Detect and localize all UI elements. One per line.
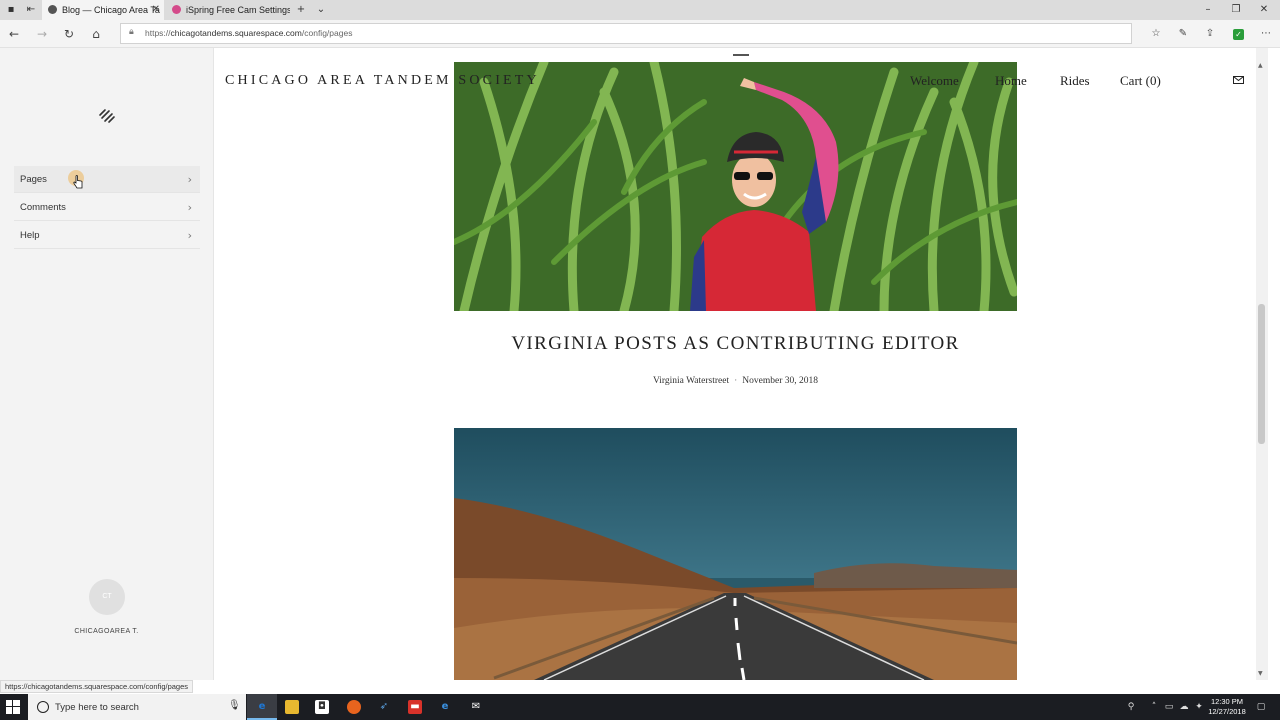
- clock-time: 12:30 PM: [1210, 697, 1244, 706]
- status-url: https://chicagotandems.squarespace.com/c…: [0, 680, 194, 693]
- explorer-taskbar-button[interactable]: [277, 694, 307, 720]
- pdf-icon: ▬: [408, 700, 422, 714]
- more-options-icon[interactable]: ⋯: [1258, 26, 1274, 42]
- people-icon[interactable]: ⚲: [1125, 701, 1137, 713]
- favorites-star-icon[interactable]: ☆: [1148, 26, 1164, 42]
- nav-welcome[interactable]: Welcome: [910, 73, 959, 89]
- firefox-icon: [347, 700, 361, 714]
- squarespace-logo-icon[interactable]: [97, 108, 117, 124]
- post-title[interactable]: VIRGINIA POSTS AS CONTRIBUTING EDITOR: [454, 333, 1017, 355]
- nav-home[interactable]: Home: [995, 73, 1027, 89]
- user-name: CHICAGOAREA T.: [74, 628, 139, 635]
- chevron-right-icon: ›: [187, 173, 192, 186]
- pdf-taskbar-button[interactable]: ▬: [400, 694, 430, 720]
- squarespace-favicon-icon: [48, 5, 57, 14]
- post-date[interactable]: November 30, 2018: [742, 376, 818, 386]
- minimize-button[interactable]: –: [1193, 0, 1223, 20]
- search-placeholder: Type here to search: [55, 702, 139, 713]
- bird-icon: ➶: [379, 701, 389, 712]
- post-meta: Virginia Waterstreet · November 30, 2018: [454, 376, 1017, 386]
- ie-taskbar-button[interactable]: e: [430, 694, 460, 720]
- sidebar-item-comments[interactable]: Comments ›: [14, 194, 200, 221]
- nav-rides[interactable]: Rides: [1060, 73, 1090, 89]
- taskbar-clock[interactable]: 12:30 PM 12/27/2018: [1204, 697, 1250, 717]
- firefox-taskbar-button[interactable]: [339, 694, 369, 720]
- scroll-up-icon[interactable]: ▲: [1258, 62, 1263, 69]
- squarespace-side-panel: Pages › Comments › Help › CT CHICAGOAREA…: [0, 48, 213, 680]
- hand-cursor-icon: [73, 175, 83, 189]
- app-taskbar-button[interactable]: ➶: [369, 694, 399, 720]
- address-input[interactable]: 🔒︎ https://chicagotandems.squarespace.co…: [120, 23, 1132, 44]
- sidebar-item-pages[interactable]: Pages ›: [14, 166, 200, 193]
- notifications-icon[interactable]: ▢: [1255, 701, 1267, 713]
- forward-arrow-icon[interactable]: →: [34, 26, 50, 42]
- meta-separator: ·: [734, 376, 738, 386]
- cortana-icon: [37, 701, 49, 713]
- folder-icon: [285, 700, 299, 714]
- internet-explorer-icon: e: [441, 701, 449, 712]
- clock-date: 12/27/2018: [1208, 707, 1246, 716]
- sidebar-item-label: Help: [20, 230, 40, 241]
- tab-list-chevron-icon[interactable]: ⌄: [314, 3, 328, 17]
- window-menu-icon[interactable]: ▪: [4, 3, 18, 17]
- page-scrollbar[interactable]: ▲ ▼: [1256, 48, 1268, 680]
- avatar[interactable]: CT: [89, 579, 125, 615]
- chevron-right-icon: ›: [187, 229, 192, 242]
- close-window-button[interactable]: ✕: [1249, 0, 1279, 20]
- windows-taskbar: Type here to search 🎙︎ e ◘ ➶ ▬ e ✉ ⚲ ˄ ▭…: [0, 694, 1280, 720]
- drag-handle[interactable]: [733, 54, 749, 56]
- onedrive-cloud-icon[interactable]: ☁: [1178, 701, 1190, 713]
- edge-taskbar-button[interactable]: e: [247, 694, 277, 720]
- store-taskbar-button[interactable]: ◘: [307, 694, 337, 720]
- cyclist-corn-field-image[interactable]: [454, 62, 1017, 311]
- nav-cart[interactable]: Cart (0): [1120, 73, 1161, 89]
- sidebar-item-label: Comments: [20, 202, 66, 213]
- address-toolbar: ← → ↻ ⌂ 🔒︎ https://chicagotandems.square…: [0, 20, 1280, 48]
- scroll-down-icon[interactable]: ▼: [1258, 670, 1263, 677]
- windows-start-icon[interactable]: [6, 700, 20, 714]
- url-domain: chicagotandems.squarespace.com: [170, 28, 302, 38]
- envelope-icon: ✉: [471, 701, 481, 712]
- new-tab-icon[interactable]: +: [294, 3, 308, 17]
- url-path: /config/pages: [301, 28, 353, 38]
- tab-title: Blog — Chicago Area Ta: [62, 5, 160, 15]
- site-preview: CHICAGO AREA TANDEM SOCIETY Welcome Home…: [213, 48, 1256, 680]
- sidebar-item-label: Pages: [20, 174, 47, 185]
- browser-tab-bar: ▪ ⇤ Blog — Chicago Area Ta ✕ iSpring Fre…: [0, 0, 1280, 20]
- tab-blog[interactable]: Blog — Chicago Area Ta ✕: [42, 0, 164, 20]
- set-aside-tabs-icon[interactable]: ⇤: [24, 3, 38, 17]
- tab-ispring[interactable]: iSpring Free Cam Settings -: [166, 0, 290, 20]
- site-title[interactable]: CHICAGO AREA TANDEM SOCIETY: [225, 73, 540, 89]
- microphone-icon[interactable]: 🎙︎: [228, 700, 241, 711]
- extension-check-icon[interactable]: ✓: [1233, 29, 1244, 40]
- desert-road-image[interactable]: [454, 428, 1017, 680]
- network-icon[interactable]: ▭: [1163, 701, 1175, 713]
- tab-title: iSpring Free Cam Settings -: [186, 5, 290, 15]
- store-bag-icon: ◘: [315, 700, 329, 714]
- mail-taskbar-button[interactable]: ✉: [461, 694, 491, 720]
- post-author[interactable]: Virginia Waterstreet: [653, 376, 729, 386]
- ispring-favicon-icon: [172, 5, 181, 14]
- url-text: https://chicagotandems.squarespace.com/c…: [145, 28, 352, 38]
- tray-chevron-icon[interactable]: ˄: [1148, 701, 1160, 713]
- lock-icon: 🔒︎: [129, 27, 134, 37]
- share-icon[interactable]: ⇪: [1202, 26, 1218, 42]
- taskbar-search-input[interactable]: Type here to search 🎙︎: [28, 694, 246, 720]
- chevron-right-icon: ›: [187, 201, 192, 214]
- pen-notes-icon[interactable]: ✎: [1175, 26, 1191, 42]
- back-arrow-icon[interactable]: ←: [6, 26, 22, 42]
- tab-close-icon[interactable]: ✕: [152, 0, 160, 20]
- sidebar-item-help[interactable]: Help ›: [14, 222, 200, 249]
- home-icon[interactable]: ⌂: [88, 26, 104, 42]
- mail-icon[interactable]: [1233, 76, 1244, 84]
- scroll-thumb[interactable]: [1258, 304, 1265, 444]
- restore-button[interactable]: ❐: [1221, 0, 1251, 20]
- edge-icon: e: [258, 701, 266, 712]
- refresh-icon[interactable]: ↻: [61, 26, 77, 42]
- url-prefix: https://: [145, 28, 171, 38]
